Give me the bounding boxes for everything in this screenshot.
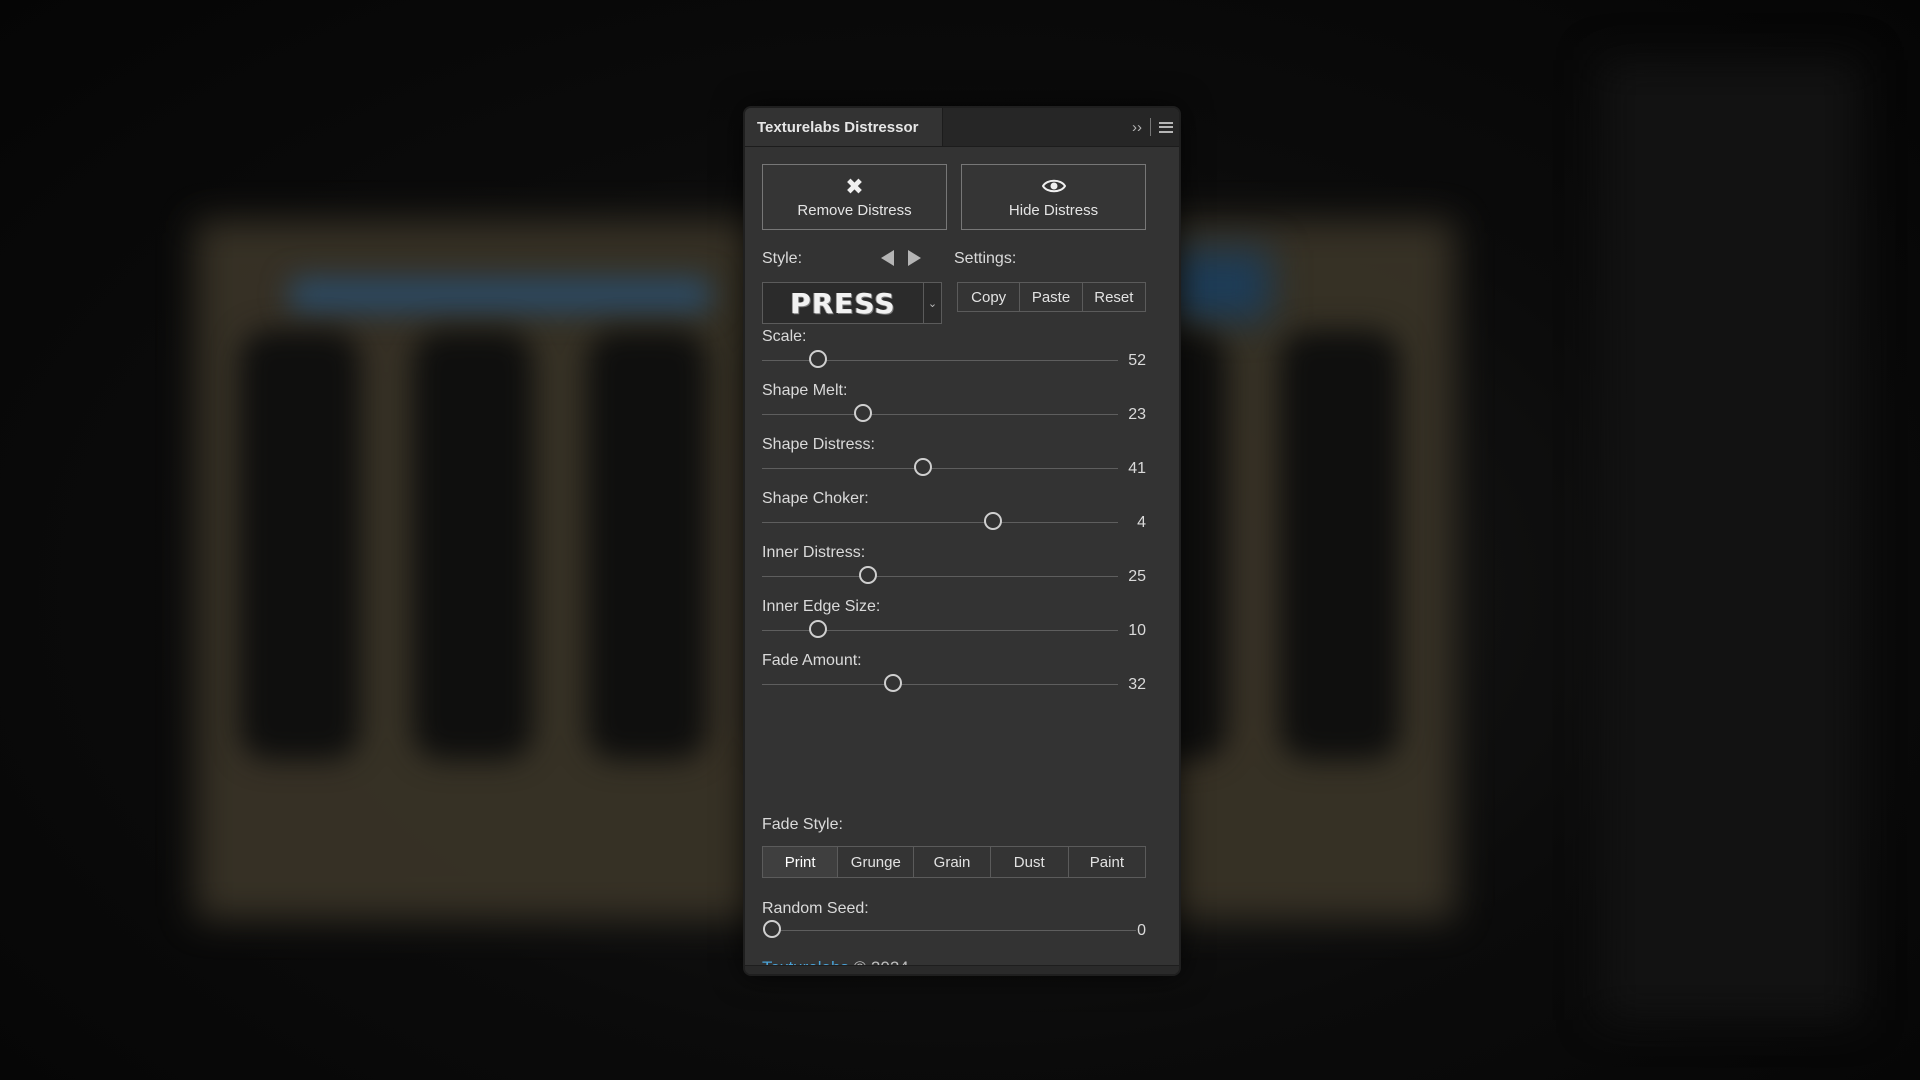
inner-edge-size-slider[interactable]: 10 [762, 620, 1146, 640]
hide-distress-label: Hide Distress [1008, 201, 1099, 219]
shape-choker-label: Shape Choker: [762, 490, 869, 507]
slider-knob[interactable] [859, 566, 877, 584]
scale-value: 52 [1128, 352, 1146, 369]
blurred-banner [290, 278, 710, 312]
blurred-accent [1170, 250, 1270, 320]
shape-melt-label: Shape Melt: [762, 382, 848, 399]
panel-titlebar: Texturelabs Distressor ›› [745, 108, 1179, 147]
fade-amount-slider[interactable]: 32 [762, 674, 1146, 694]
shape-melt-slider[interactable]: 23 [762, 404, 1146, 424]
distressor-panel: Texturelabs Distressor ›› ✖ Remove Distr… [743, 106, 1181, 976]
shape-distress-value: 41 [1128, 460, 1146, 477]
shape-distress-slider[interactable]: 41 [762, 458, 1146, 478]
fade-style-label: Fade Style: [762, 816, 843, 833]
random-seed-slider[interactable]: 0 [762, 920, 1146, 940]
inner-distress-value: 25 [1128, 568, 1146, 585]
slider-knob[interactable] [884, 674, 902, 692]
style-label: Style: [762, 250, 803, 267]
next-style-arrow-icon[interactable] [908, 250, 921, 266]
settings-label: Settings: [954, 250, 1017, 267]
fade-style-grunge[interactable]: Grunge [838, 847, 915, 877]
slider-knob[interactable] [914, 458, 932, 476]
fade-style-dust[interactable]: Dust [990, 847, 1069, 877]
copy-settings-button[interactable]: Copy [958, 283, 1021, 311]
shape-melt-value: 23 [1128, 406, 1146, 423]
panel-bottom-bar [745, 965, 1179, 974]
random-seed-value: 0 [1137, 922, 1146, 939]
slider-knob[interactable] [809, 620, 827, 638]
inner-edge-size-label: Inner Edge Size: [762, 598, 881, 615]
remove-distress-label: Remove Distress [797, 201, 912, 219]
slider-track [762, 576, 1118, 577]
chevron-down-icon[interactable]: ⌄ [924, 283, 941, 323]
fade-style-print[interactable]: Print [763, 847, 839, 877]
slider-knob[interactable] [809, 350, 827, 368]
shape-distress-label: Shape Distress: [762, 436, 875, 453]
scale-label: Scale: [762, 328, 807, 345]
inner-edge-size-value: 10 [1128, 622, 1146, 639]
style-dropdown[interactable]: PRESS ⌄ [762, 282, 942, 324]
scale-slider[interactable]: 52 [762, 350, 1146, 370]
settings-button-group: Copy Paste Reset [957, 282, 1146, 312]
remove-distress-button[interactable]: ✖ Remove Distress [762, 164, 947, 230]
panel-title: Texturelabs Distressor [757, 118, 919, 136]
slider-track [762, 522, 1118, 523]
shape-choker-value: 4 [1137, 514, 1146, 531]
fade-style-paint[interactable]: Paint [1068, 847, 1145, 877]
style-preview: PRESS [763, 283, 924, 323]
fade-style-selector: Print Grunge Grain Dust Paint [762, 846, 1146, 878]
reset-settings-button[interactable]: Reset [1082, 283, 1146, 311]
close-icon: ✖ [845, 173, 864, 199]
fade-amount-value: 32 [1128, 676, 1146, 693]
slider-track [762, 684, 1118, 685]
slider-track [772, 930, 1136, 931]
slider-track [762, 414, 1118, 415]
blurred-side-panel [1600, 60, 1860, 1020]
titlebar-divider [1150, 118, 1151, 136]
random-seed-label: Random Seed: [762, 900, 869, 917]
panel-tab[interactable]: Texturelabs Distressor [745, 108, 943, 146]
prev-style-arrow-icon[interactable] [881, 250, 894, 266]
fade-amount-label: Fade Amount: [762, 652, 862, 669]
slider-knob[interactable] [763, 920, 781, 938]
shape-choker-slider[interactable]: 4 [762, 512, 1146, 532]
hide-distress-button[interactable]: Hide Distress [961, 164, 1146, 230]
inner-distress-label: Inner Distress: [762, 544, 866, 561]
slider-knob[interactable] [984, 512, 1002, 530]
slider-track [762, 468, 1118, 469]
fade-style-grain[interactable]: Grain [914, 847, 991, 877]
eye-icon [1041, 176, 1066, 200]
slider-knob[interactable] [854, 404, 872, 422]
hamburger-menu-icon[interactable] [1159, 121, 1173, 133]
inner-distress-slider[interactable]: 25 [762, 566, 1146, 586]
paste-settings-button[interactable]: Paste [1020, 283, 1083, 311]
double-chevron-right-icon[interactable]: ›› [1132, 119, 1142, 136]
